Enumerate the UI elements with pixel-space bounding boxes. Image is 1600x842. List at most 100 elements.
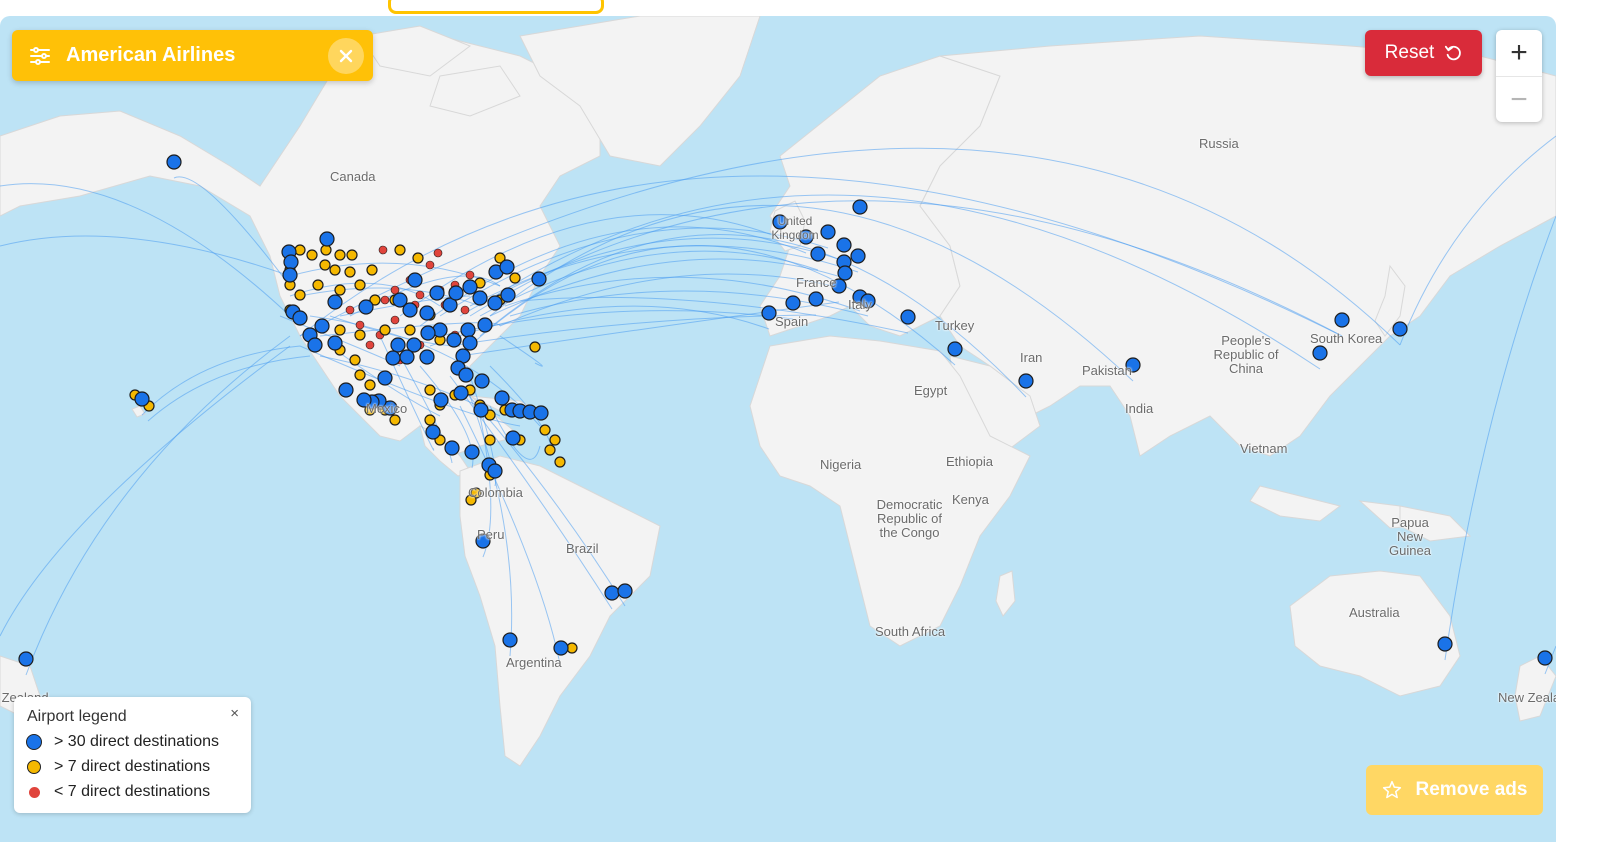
airport-marker[interactable]: [394, 244, 406, 256]
airport-marker[interactable]: [785, 295, 801, 311]
airport-marker[interactable]: [460, 305, 470, 315]
airport-marker[interactable]: [407, 272, 423, 288]
airport-marker[interactable]: [1312, 345, 1328, 361]
airport-marker[interactable]: [544, 444, 556, 456]
airport-marker[interactable]: [292, 310, 308, 326]
airport-marker[interactable]: [319, 259, 331, 271]
airport-marker[interactable]: [294, 244, 306, 256]
airport-marker[interactable]: [487, 463, 503, 479]
airport-marker[interactable]: [761, 305, 777, 321]
airport-marker[interactable]: [604, 585, 620, 601]
airport-marker[interactable]: [477, 317, 493, 333]
airport-marker[interactable]: [500, 287, 516, 303]
airport-marker[interactable]: [487, 295, 503, 311]
zoom-out-button[interactable]: −: [1496, 76, 1542, 122]
airport-marker[interactable]: [312, 279, 324, 291]
airport-marker[interactable]: [472, 290, 488, 306]
airport-marker[interactable]: [338, 382, 354, 398]
airport-marker[interactable]: [549, 434, 561, 446]
airport-marker[interactable]: [424, 414, 436, 426]
airport-marker[interactable]: [1334, 312, 1350, 328]
airport-marker[interactable]: [462, 279, 478, 295]
airport-marker[interactable]: [446, 332, 462, 348]
reset-button[interactable]: Reset: [1365, 30, 1482, 76]
airport-marker[interactable]: [327, 335, 343, 351]
airport-marker[interactable]: [380, 295, 390, 305]
airport-marker[interactable]: [385, 350, 401, 366]
airport-marker[interactable]: [499, 259, 515, 275]
airport-marker[interactable]: [505, 430, 521, 446]
airport-marker[interactable]: [390, 315, 400, 325]
airport-marker[interactable]: [134, 391, 150, 407]
airport-marker[interactable]: [554, 456, 566, 468]
airport-marker[interactable]: [444, 440, 460, 456]
airport-marker[interactable]: [334, 324, 346, 336]
airport-marker[interactable]: [553, 640, 569, 656]
airport-marker[interactable]: [1437, 636, 1453, 652]
airport-marker[interactable]: [852, 199, 868, 215]
airport-marker[interactable]: [462, 335, 478, 351]
zoom-in-button[interactable]: +: [1496, 30, 1542, 76]
airport-marker[interactable]: [531, 271, 547, 287]
airport-marker[interactable]: [354, 279, 366, 291]
airport-marker[interactable]: [425, 260, 435, 270]
airport-marker[interactable]: [378, 245, 388, 255]
airport-marker[interactable]: [474, 373, 490, 389]
airport-marker[interactable]: [314, 318, 330, 334]
airport-marker[interactable]: [810, 246, 826, 262]
airport-marker[interactable]: [402, 302, 418, 318]
airport-marker[interactable]: [464, 444, 480, 460]
airport-marker[interactable]: [389, 414, 401, 426]
airport-marker[interactable]: [453, 385, 469, 401]
airport-marker[interactable]: [377, 370, 393, 386]
airport-marker[interactable]: [294, 289, 306, 301]
remove-ads-button[interactable]: Remove ads: [1366, 765, 1543, 815]
airport-marker[interactable]: [539, 424, 551, 436]
airport-marker[interactable]: [346, 249, 358, 261]
airport-marker[interactable]: [1018, 373, 1034, 389]
airport-marker[interactable]: [390, 337, 406, 353]
airport-marker[interactable]: [366, 264, 378, 276]
top-tab[interactable]: [388, 0, 604, 14]
airport-marker[interactable]: [509, 272, 521, 284]
airport-marker[interactable]: [365, 340, 375, 350]
airport-marker[interactable]: [424, 384, 436, 396]
airport-marker[interactable]: [307, 337, 323, 353]
airport-marker[interactable]: [345, 305, 355, 315]
airport-marker[interactable]: [425, 424, 441, 440]
airport-marker[interactable]: [484, 434, 496, 446]
airport-marker[interactable]: [415, 290, 425, 300]
airport-marker[interactable]: [404, 324, 416, 336]
airport-marker[interactable]: [850, 248, 866, 264]
airport-marker[interactable]: [334, 249, 346, 261]
airport-marker[interactable]: [283, 254, 299, 270]
airport-marker[interactable]: [808, 291, 824, 307]
airport-marker[interactable]: [344, 266, 356, 278]
airport-marker[interactable]: [358, 299, 374, 315]
airport-marker[interactable]: [379, 324, 391, 336]
airport-marker[interactable]: [412, 252, 424, 264]
airport-marker[interactable]: [282, 267, 298, 283]
airport-marker[interactable]: [529, 341, 541, 353]
airline-filter-chip[interactable]: American Airlines: [12, 30, 373, 81]
airport-marker[interactable]: [494, 390, 510, 406]
airport-marker[interactable]: [319, 231, 335, 247]
airport-marker[interactable]: [354, 329, 366, 341]
airport-marker[interactable]: [617, 583, 633, 599]
airport-marker[interactable]: [329, 264, 341, 276]
airport-marker[interactable]: [900, 309, 916, 325]
airport-marker[interactable]: [327, 294, 343, 310]
airport-marker[interactable]: [420, 325, 436, 341]
airport-marker[interactable]: [399, 349, 415, 365]
airport-marker[interactable]: [1392, 321, 1408, 337]
airport-marker[interactable]: [419, 349, 435, 365]
airport-marker[interactable]: [334, 284, 346, 296]
airport-marker[interactable]: [448, 285, 464, 301]
airport-marker[interactable]: [947, 341, 963, 357]
airport-marker[interactable]: [460, 322, 476, 338]
airport-marker[interactable]: [433, 392, 449, 408]
airport-marker[interactable]: [433, 248, 443, 258]
airport-marker[interactable]: [473, 402, 489, 418]
airport-marker[interactable]: [18, 651, 34, 667]
airport-marker[interactable]: [419, 305, 435, 321]
